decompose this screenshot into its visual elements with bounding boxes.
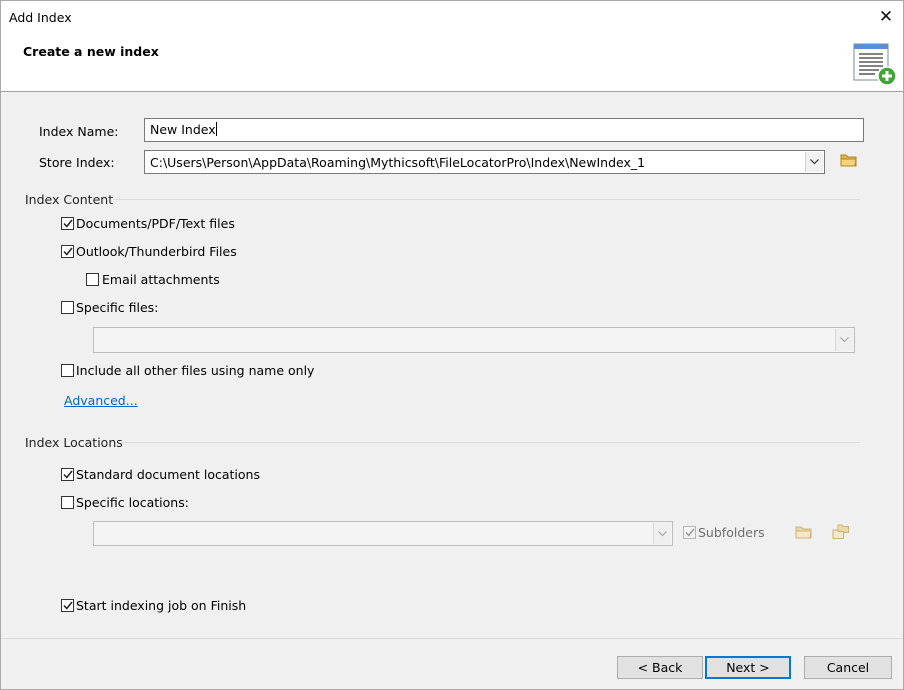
chevron-down-icon[interactable] bbox=[835, 329, 853, 351]
email-attachments-checkbox[interactable] bbox=[86, 273, 99, 286]
cancel-button-label: Cancel bbox=[826, 660, 870, 675]
store-index-value: C:\Users\Person\AppData\Roaming\Mythicso… bbox=[150, 155, 646, 170]
email-attachments-checkbox-row[interactable]: Email attachments bbox=[86, 272, 220, 287]
outlook-label: Outlook/Thunderbird Files bbox=[76, 244, 237, 259]
subfolders-label: Subfolders bbox=[698, 525, 765, 540]
outlook-checkbox-row[interactable]: Outlook/Thunderbird Files bbox=[61, 244, 237, 259]
standard-locations-checkbox[interactable] bbox=[61, 468, 74, 481]
advanced-link[interactable]: Advanced... bbox=[64, 393, 138, 408]
group-divider bbox=[123, 442, 860, 443]
subfolders-checkbox-row[interactable]: Subfolders bbox=[683, 525, 765, 540]
next-button-label: Next > bbox=[726, 660, 770, 675]
folders-icon bbox=[832, 524, 849, 539]
documents-checkbox-row[interactable]: Documents/PDF/Text files bbox=[61, 216, 235, 231]
window-title: Add Index bbox=[9, 10, 72, 25]
index-name-label: Index Name: bbox=[39, 124, 119, 139]
index-name-input[interactable]: New Index bbox=[144, 118, 864, 142]
standard-locations-label: Standard document locations bbox=[76, 467, 260, 482]
browse-folder-button[interactable] bbox=[839, 152, 859, 168]
close-icon: ✕ bbox=[878, 7, 894, 27]
store-index-select[interactable]: C:\Users\Person\AppData\Roaming\Mythicso… bbox=[144, 150, 825, 174]
specific-files-checkbox-row[interactable]: Specific files: bbox=[61, 300, 158, 315]
index-name-value: New Index bbox=[150, 122, 216, 137]
back-button-label: < Back bbox=[637, 660, 683, 675]
next-button[interactable]: Next > bbox=[705, 656, 791, 679]
footer-divider bbox=[1, 638, 903, 639]
close-button[interactable]: ✕ bbox=[869, 1, 903, 33]
title-bar: Add Index ✕ bbox=[1, 1, 903, 33]
documents-label: Documents/PDF/Text files bbox=[76, 216, 235, 231]
include-other-label: Include all other files using name only bbox=[76, 363, 315, 378]
include-other-checkbox-row[interactable]: Include all other files using name only bbox=[61, 363, 314, 378]
store-index-label: Store Index: bbox=[39, 155, 115, 170]
folder-open-icon bbox=[795, 526, 812, 539]
standard-locations-checkbox-row[interactable]: Standard document locations bbox=[61, 467, 260, 482]
back-button[interactable]: < Back bbox=[617, 656, 703, 679]
subfolders-checkbox[interactable] bbox=[683, 526, 696, 539]
specific-locations-label: Specific locations: bbox=[76, 495, 189, 510]
group-divider bbox=[113, 199, 860, 200]
specific-files-label: Specific files: bbox=[76, 300, 159, 315]
outlook-checkbox[interactable] bbox=[61, 245, 74, 258]
chevron-down-icon[interactable] bbox=[653, 523, 671, 544]
manage-locations-button[interactable] bbox=[831, 524, 851, 540]
specific-files-checkbox[interactable] bbox=[61, 301, 74, 314]
specific-locations-select[interactable] bbox=[93, 521, 673, 546]
chevron-down-icon[interactable] bbox=[805, 152, 823, 172]
folder-open-icon bbox=[840, 154, 857, 167]
include-other-checkbox[interactable] bbox=[61, 364, 74, 377]
documents-checkbox[interactable] bbox=[61, 217, 74, 230]
page-title: Create a new index bbox=[23, 44, 159, 59]
email-attachments-label: Email attachments bbox=[102, 272, 220, 287]
cancel-button[interactable]: Cancel bbox=[804, 656, 892, 679]
specific-files-select[interactable] bbox=[93, 327, 855, 353]
specific-locations-checkbox-row[interactable]: Specific locations: bbox=[61, 495, 189, 510]
index-locations-group-title: Index Locations bbox=[25, 435, 123, 450]
add-index-icon bbox=[853, 43, 897, 86]
start-job-label: Start indexing job on Finish bbox=[76, 598, 247, 613]
start-job-checkbox[interactable] bbox=[61, 599, 74, 612]
start-job-checkbox-row[interactable]: Start indexing job on Finish bbox=[61, 598, 246, 613]
specific-locations-checkbox[interactable] bbox=[61, 496, 74, 509]
browse-locations-button[interactable] bbox=[794, 524, 814, 540]
add-index-dialog: Add Index ✕ Create a new index Index Nam… bbox=[0, 0, 904, 690]
index-content-group-title: Index Content bbox=[25, 192, 114, 207]
wizard-header: Create a new index bbox=[1, 33, 903, 92]
